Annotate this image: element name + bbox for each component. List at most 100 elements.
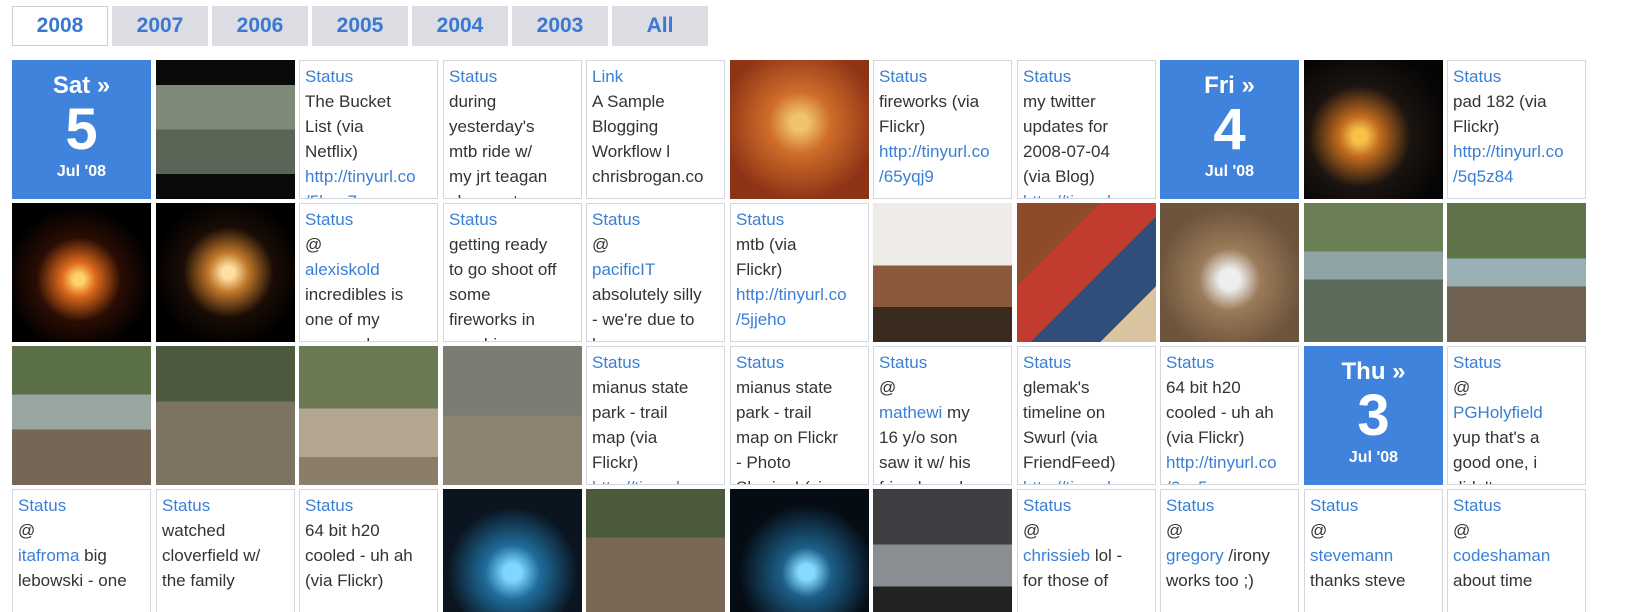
pc-case-interior-icon[interactable]: [873, 489, 1012, 612]
item-type-link[interactable]: Status: [1166, 350, 1298, 375]
status-link[interactable]: mathewi: [879, 403, 942, 422]
status-link[interactable]: http://tinyurl.co /5heg7y: [305, 167, 416, 198]
status-link[interactable]: pacificIT: [592, 260, 655, 279]
status-line: timeline on: [1023, 403, 1106, 422]
item-type-link[interactable]: Status: [305, 207, 437, 232]
item-type-link[interactable]: Status: [1023, 350, 1155, 375]
bicycle-on-trail-icon[interactable]: [299, 346, 438, 485]
date-tile[interactable]: Sat » 5 Jul '08: [12, 60, 151, 199]
river-rocks-icon[interactable]: [1447, 203, 1586, 342]
table-with-food-icon[interactable]: [1017, 203, 1156, 342]
status-link[interactable]: http://tinyurl.co /65yqj9: [879, 142, 990, 186]
item-type-link[interactable]: Status: [1166, 493, 1298, 518]
status-line: 64 bit h20: [305, 521, 380, 540]
forest-stream-icon[interactable]: [1304, 203, 1443, 342]
item-type-link[interactable]: Status: [592, 350, 724, 375]
item-type-link[interactable]: Status: [449, 64, 581, 89]
status-link[interactable]: PGHolyfield: [1453, 403, 1543, 422]
status-link[interactable]: http://tinyurl.co /6zp5ew: [1166, 453, 1277, 484]
abstract-starburst-icon[interactable]: [730, 60, 869, 199]
status-link[interactable]: gregory: [1166, 546, 1224, 565]
status-card[interactable]: Status my twitter updates for 2008-07-04 (vi…: [1017, 60, 1156, 199]
dog-by-rock-icon[interactable]: [443, 346, 582, 485]
item-type-link[interactable]: Link: [592, 64, 724, 89]
status-card[interactable]: Status @ gregory /irony works too ;): [1160, 489, 1299, 612]
status-text: mianus state park - trail map (via Flickr) h…: [592, 375, 724, 484]
tab-2008[interactable]: 2008: [12, 6, 108, 46]
dog-on-trail-icon[interactable]: [156, 346, 295, 485]
item-type-link[interactable]: Status: [1310, 493, 1442, 518]
item-type-link[interactable]: Status: [162, 493, 294, 518]
firework-burst-icon[interactable]: [12, 203, 151, 342]
water-cooled-pc-icon[interactable]: [730, 489, 869, 612]
status-card[interactable]: Status @ alexiskold incredibles is one of my…: [299, 203, 438, 342]
item-type-link[interactable]: Status: [1453, 493, 1585, 518]
status-link[interactable]: http://tinyurl.co: [592, 478, 703, 484]
item-type-link[interactable]: Status: [449, 207, 581, 232]
status-card[interactable]: Status fireworks (via Flickr) http://tinyur…: [873, 60, 1012, 199]
status-card[interactable]: Status mtb (via Flickr) http://tinyurl.co /…: [730, 203, 869, 342]
firework-sparkler-icon[interactable]: [156, 203, 295, 342]
status-card[interactable]: Status mianus state park - trail map on Fli…: [730, 346, 869, 485]
item-type-link[interactable]: Status: [1023, 493, 1155, 518]
status-card[interactable]: Status @ mathewi my 16 y/o son saw it w/ his…: [873, 346, 1012, 485]
creek-rocks-icon[interactable]: [12, 346, 151, 485]
dog-on-chair-icon[interactable]: [1160, 203, 1299, 342]
status-card[interactable]: Status @ stevemann thanks steve: [1304, 489, 1443, 612]
tab-2003[interactable]: 2003: [512, 6, 608, 46]
status-card[interactable]: Status 64 bit h20 cooled - uh ah (via Flick…: [299, 489, 438, 612]
date-tile[interactable]: Fri » 4 Jul '08: [1160, 60, 1299, 199]
status-card[interactable]: Status 64 bit h20 cooled - uh ah (via Flick…: [1160, 346, 1299, 485]
item-type-link[interactable]: Status: [1023, 64, 1155, 89]
status-card[interactable]: Status getting ready to go shoot off some fi…: [443, 203, 582, 342]
firework-sparkler-icon[interactable]: [1304, 60, 1443, 199]
status-card[interactable]: Status @ chrissieb lol - for those of: [1017, 489, 1156, 612]
status-card[interactable]: Status during yesterday's mtb ride w/my jrt…: [443, 60, 582, 199]
tab-2005[interactable]: 2005: [312, 6, 408, 46]
item-type-link[interactable]: Status: [1453, 350, 1585, 375]
status-card[interactable]: Status @ PGHolyfield yup that's a good one, …: [1447, 346, 1586, 485]
dining-room-icon[interactable]: [873, 203, 1012, 342]
item-type-link[interactable]: Status: [305, 64, 437, 89]
tab-2006[interactable]: 2006: [212, 6, 308, 46]
status-link[interactable]: http://tinyurl.co /5q5z84: [1453, 142, 1564, 186]
status-card[interactable]: Status @ pacificIT absolutely silly - we're …: [586, 203, 725, 342]
status-link[interactable]: codeshaman: [1453, 546, 1550, 565]
item-type-link[interactable]: Status: [18, 493, 150, 518]
status-link[interactable]: http://tinyurl.co /5jjeho: [736, 285, 847, 329]
tab-2004[interactable]: 2004: [412, 6, 508, 46]
status-card[interactable]: Link A Sample Blogging Workflow l chrisbroga…: [586, 60, 725, 199]
tab-all[interactable]: All: [612, 6, 708, 46]
item-type-link[interactable]: Status: [879, 350, 1011, 375]
video-still-people-icon[interactable]: [156, 60, 295, 199]
status-link[interactable]: stevemann: [1310, 546, 1393, 565]
item-type-link[interactable]: Status: [592, 207, 724, 232]
status-inline-text: lol -: [1090, 546, 1123, 565]
item-type-link[interactable]: Status: [736, 350, 868, 375]
status-link[interactable]: chrissieb: [1023, 546, 1090, 565]
item-type-link[interactable]: Status: [1453, 64, 1585, 89]
status-link-line: codeshaman: [1453, 543, 1585, 568]
item-type-link[interactable]: Status: [736, 207, 868, 232]
status-link[interactable]: http://tinyurl.co: [1023, 192, 1134, 198]
item-type-link[interactable]: Status: [305, 493, 437, 518]
status-card[interactable]: Status @ itafroma big lebowski - one: [12, 489, 151, 612]
status-text: 64 bit h20 cooled - uh ah (via Flickr) http…: [1166, 375, 1298, 484]
status-line: @: [879, 378, 897, 397]
status-card[interactable]: Status The Bucket List (via Netflix) http://…: [299, 60, 438, 199]
status-card[interactable]: Status watched cloverfield w/the family: [156, 489, 295, 612]
status-line: my twitter: [1023, 92, 1096, 111]
tab-2007[interactable]: 2007: [112, 6, 208, 46]
status-link[interactable]: itafroma: [18, 546, 79, 565]
man-with-helmet-icon[interactable]: [586, 489, 725, 612]
status-link[interactable]: alexiskold: [305, 260, 380, 279]
status-link[interactable]: http://tinyurl.co: [1023, 478, 1134, 484]
status-card[interactable]: Status pad 182 (via Flickr) http://tinyurl.…: [1447, 60, 1586, 199]
item-type-link[interactable]: Status: [879, 64, 1011, 89]
date-tile[interactable]: Thu » 3 Jul '08: [1304, 346, 1443, 485]
status-card[interactable]: Status glemak's timeline on Swurl (via Frien…: [1017, 346, 1156, 485]
status-line: fireworks (via: [879, 92, 980, 111]
status-card[interactable]: Status mianus state park - trail map (via Fl…: [586, 346, 725, 485]
water-cooled-pc-icon[interactable]: [443, 489, 582, 612]
status-card[interactable]: Status @ codeshaman about time: [1447, 489, 1586, 612]
